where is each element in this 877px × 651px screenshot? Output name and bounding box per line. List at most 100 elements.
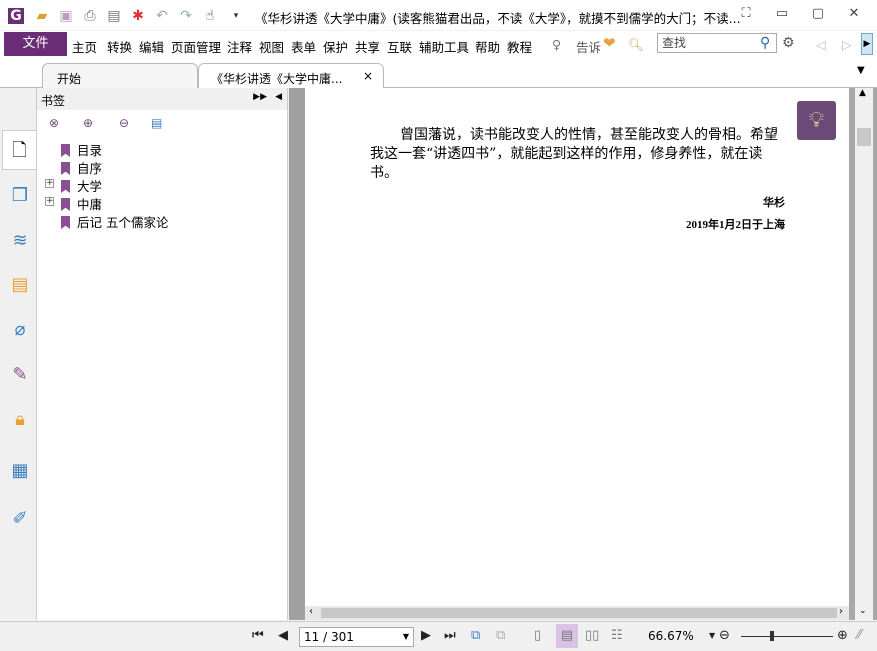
scroll-right-icon[interactable]: ›: [839, 606, 843, 617]
content-panel-icon[interactable]: ▦: [9, 460, 31, 482]
scroll-down-icon[interactable]: ⌄: [859, 606, 867, 616]
panel-splitter[interactable]: [289, 88, 305, 620]
panel-expand-icon[interactable]: ▶▶: [253, 92, 267, 102]
menu-connect[interactable]: 互联: [387, 37, 412, 56]
tip-lightbulb-icon[interactable]: 💡︎: [797, 101, 836, 140]
menu-tutorial[interactable]: 教程: [507, 37, 532, 56]
first-page-icon[interactable]: ⏮: [252, 628, 264, 643]
signatures-panel-icon[interactable]: ✎: [9, 364, 31, 386]
previous-view-icon[interactable]: ⧉: [471, 628, 480, 643]
zoom-dropdown-icon[interactable]: ▼: [709, 631, 715, 640]
open-icon[interactable]: ▰: [34, 8, 50, 24]
settings-gear-icon[interactable]: ⚙: [782, 35, 795, 51]
menu-help[interactable]: 帮助: [475, 37, 500, 56]
fullscreen-icon[interactable]: ⛶: [736, 6, 756, 24]
add-bookmark-icon[interactable]: ⊕: [83, 116, 93, 130]
menu-protect[interactable]: 保护: [323, 37, 348, 56]
facing-pages-icon[interactable]: ▯▯: [585, 628, 599, 643]
continuous-facing-icon[interactable]: ☷: [611, 628, 623, 643]
expand-icon[interactable]: +: [45, 197, 54, 206]
layers-panel-icon[interactable]: ≋: [9, 230, 31, 252]
file-menu[interactable]: 文件: [4, 32, 67, 56]
menu-page-manage[interactable]: 页面管理: [171, 37, 221, 56]
panel-collapse-icon[interactable]: ◀: [275, 92, 282, 102]
bookmark-icon: [61, 162, 70, 175]
ribbon-expand-button[interactable]: ▶: [861, 33, 873, 55]
hand-tool-icon[interactable]: ☝: [202, 8, 218, 24]
menu-accessibility[interactable]: 辅助工具: [419, 37, 469, 56]
security-lock-icon[interactable]: 🔒︎: [9, 409, 31, 431]
zoom-out-icon[interactable]: ⊖: [719, 628, 730, 643]
zoom-slider[interactable]: [741, 636, 833, 637]
redo-icon[interactable]: ↷: [178, 8, 194, 24]
window-title: 《华杉讲透《大学中庸》(读客熊猫君出品，不读《大学》，就摸不到儒学的大门；不读.…: [255, 11, 741, 26]
next-view-icon[interactable]: ⧉: [496, 628, 505, 643]
next-page-icon[interactable]: ▶: [421, 628, 431, 643]
bookmark-icon: [61, 144, 70, 157]
vertical-scrollbar[interactable]: ▲ ⌄: [849, 88, 877, 620]
menu-convert[interactable]: 转换: [107, 37, 132, 56]
search-folder-icon[interactable]: 🔍︎: [628, 37, 644, 53]
menu-edit[interactable]: 编辑: [139, 37, 164, 56]
minimize-button[interactable]: ▭: [772, 6, 792, 24]
page-date: 2019年1月2日于上海: [686, 219, 785, 231]
bookmark-item[interactable]: 目录: [45, 140, 102, 158]
continuous-page-icon[interactable]: ▤: [556, 624, 578, 648]
attachments-panel-icon[interactable]: ⌀: [9, 319, 31, 341]
search-input[interactable]: 查找: [657, 33, 777, 53]
bookmark-label: 中庸: [77, 197, 103, 212]
bookmark-item[interactable]: 自序: [45, 158, 102, 176]
menu-share[interactable]: 共享: [355, 37, 380, 56]
scroll-up-icon[interactable]: ▲: [859, 88, 866, 98]
bookmark-label: 后记 五个儒家论: [77, 215, 169, 230]
search-icon[interactable]: ⚲: [760, 35, 770, 51]
pages-panel-icon[interactable]: ❐: [9, 185, 31, 207]
bookmark-label: 自序: [77, 161, 103, 176]
prev-page-icon[interactable]: ◀: [278, 628, 288, 643]
maximize-button[interactable]: ▢: [808, 6, 828, 24]
bookmark-item[interactable]: 后记 五个儒家论: [45, 212, 168, 230]
comments-panel-icon[interactable]: ▤: [9, 274, 31, 296]
scroll-thumb[interactable]: [857, 128, 871, 146]
zoom-level[interactable]: 66.67%: [648, 629, 694, 643]
expand-bookmark-icon[interactable]: ⊖: [119, 116, 129, 130]
bookmark-item[interactable]: + 大学: [45, 176, 102, 194]
tab-bar: 开始 《华杉讲透《大学中庸... × ▼: [0, 57, 877, 88]
hscroll-thumb[interactable]: [321, 608, 837, 618]
customize-dropdown-icon[interactable]: ▾: [228, 8, 244, 24]
print-icon[interactable]: ⎙: [82, 8, 98, 24]
new-icon[interactable]: ✱: [130, 8, 146, 24]
expand-icon[interactable]: +: [45, 179, 54, 188]
page-number-input[interactable]: 11 / 301 ▼: [299, 627, 414, 647]
menu-comment[interactable]: 注释: [227, 37, 252, 56]
save-icon[interactable]: ▣: [58, 8, 74, 24]
menu-form[interactable]: 表单: [291, 37, 316, 56]
tab-document[interactable]: 《华杉讲透《大学中庸... ×: [198, 63, 384, 88]
scroll-left-icon[interactable]: ‹: [309, 606, 313, 617]
last-page-icon[interactable]: ⏭: [444, 628, 456, 643]
feedback-heart-icon[interactable]: ❤: [603, 34, 616, 52]
scan-icon[interactable]: ▤: [106, 8, 122, 24]
zoom-in-icon[interactable]: ⊕: [837, 628, 848, 643]
bookmarks-panel-icon[interactable]: 🗋: [2, 130, 36, 170]
horizontal-scrollbar[interactable]: ‹ ›: [305, 606, 849, 620]
tab-start[interactable]: 开始: [42, 63, 198, 88]
menu-home[interactable]: 主页: [72, 37, 97, 56]
tell-me[interactable]: 告诉: [576, 37, 601, 56]
status-bar: ⏮ ◀ 11 / 301 ▼ ▶ ⏭ ⧉ ⧉ ▯ ▤ ▯▯ ☷ 66.67% ▼ …: [0, 621, 877, 651]
page-dropdown-icon[interactable]: ▼: [403, 628, 409, 646]
single-page-icon[interactable]: ▯: [534, 628, 541, 643]
delete-bookmark-icon[interactable]: ⊗: [49, 116, 59, 130]
certification-icon[interactable]: ✐: [9, 508, 31, 530]
close-button[interactable]: ✕: [844, 6, 864, 24]
tab-list-dropdown-icon[interactable]: ▼: [857, 65, 865, 76]
resize-grip-icon[interactable]: ⁄⁄: [857, 628, 861, 643]
menu-view[interactable]: 视图: [259, 37, 284, 56]
zoom-slider-thumb[interactable]: [770, 631, 774, 641]
tab-close-icon[interactable]: ×: [363, 69, 373, 83]
ribbon-prev-icon[interactable]: ◁: [816, 37, 826, 52]
bookmark-item[interactable]: + 中庸: [45, 194, 102, 212]
ribbon-next-icon[interactable]: ▷: [842, 37, 852, 52]
bookmark-options-icon[interactable]: ▤: [151, 116, 162, 130]
undo-icon[interactable]: ↶: [154, 8, 170, 24]
